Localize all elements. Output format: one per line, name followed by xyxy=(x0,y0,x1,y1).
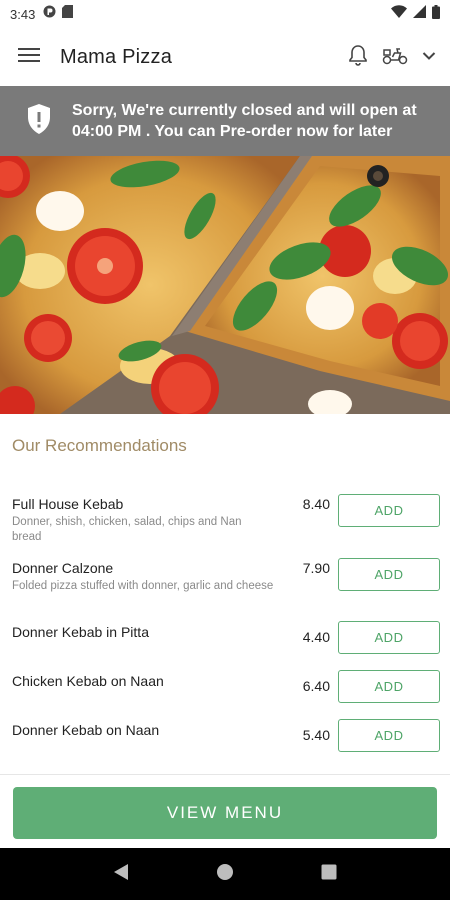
view-menu-button[interactable]: VIEW MENU xyxy=(13,787,437,839)
wifi-icon xyxy=(391,5,407,23)
home-icon[interactable] xyxy=(216,863,234,886)
closed-message: Sorry, We're currently closed and will o… xyxy=(72,102,417,140)
closed-banner: Sorry, We're currently closed and will o… xyxy=(0,86,450,156)
signal-icon xyxy=(413,5,426,23)
item-price: 6.40 xyxy=(302,678,330,694)
chevron-down-icon[interactable] xyxy=(422,48,436,66)
item-description: Donner, shish, chicken, salad, chips and… xyxy=(12,516,242,543)
item-price: 5.40 xyxy=(302,727,330,743)
item-price: 4.40 xyxy=(302,629,330,645)
section-title: Our Recommendations xyxy=(12,436,187,455)
hamburger-menu-icon[interactable] xyxy=(18,47,40,68)
add-button[interactable]: ADD xyxy=(338,494,440,527)
sd-card-icon xyxy=(62,5,74,23)
item-name: Chicken Kebab on Naan xyxy=(12,673,164,689)
item-price: 8.40 xyxy=(302,496,330,512)
item-name: Donner Kebab in Pitta xyxy=(12,624,149,640)
app-bar: Mama Pizza xyxy=(0,28,450,86)
item-name: Donner Calzone xyxy=(12,560,114,576)
system-nav-bar xyxy=(0,848,450,900)
delivery-scooter-icon[interactable] xyxy=(382,45,408,70)
item-name: Donner Kebab on Naan xyxy=(12,722,160,738)
bell-icon[interactable] xyxy=(348,44,368,71)
add-button[interactable]: ADD xyxy=(338,621,440,654)
item-description: Folded pizza stuffed with donner, garlic… xyxy=(12,580,274,592)
status-time: 3:43 xyxy=(10,6,36,22)
battery-icon xyxy=(432,4,440,24)
item-price: 7.90 xyxy=(302,560,330,576)
add-button[interactable]: ADD xyxy=(338,558,440,591)
status-bar: 3:43 xyxy=(0,0,450,28)
divider xyxy=(0,774,450,775)
add-button[interactable]: ADD xyxy=(338,670,440,703)
recents-icon[interactable] xyxy=(321,864,337,885)
pizza-photo xyxy=(0,156,450,414)
item-name: Full House Kebab xyxy=(12,496,124,512)
shield-alert-icon xyxy=(26,103,52,140)
recommendations-section: Our Recommendations Full House Kebab Don… xyxy=(0,414,450,774)
back-icon[interactable] xyxy=(113,863,129,886)
hero-image xyxy=(0,156,450,414)
page-title: Mama Pizza xyxy=(60,45,173,68)
add-button[interactable]: ADD xyxy=(338,719,440,752)
notification-icon xyxy=(43,5,56,23)
